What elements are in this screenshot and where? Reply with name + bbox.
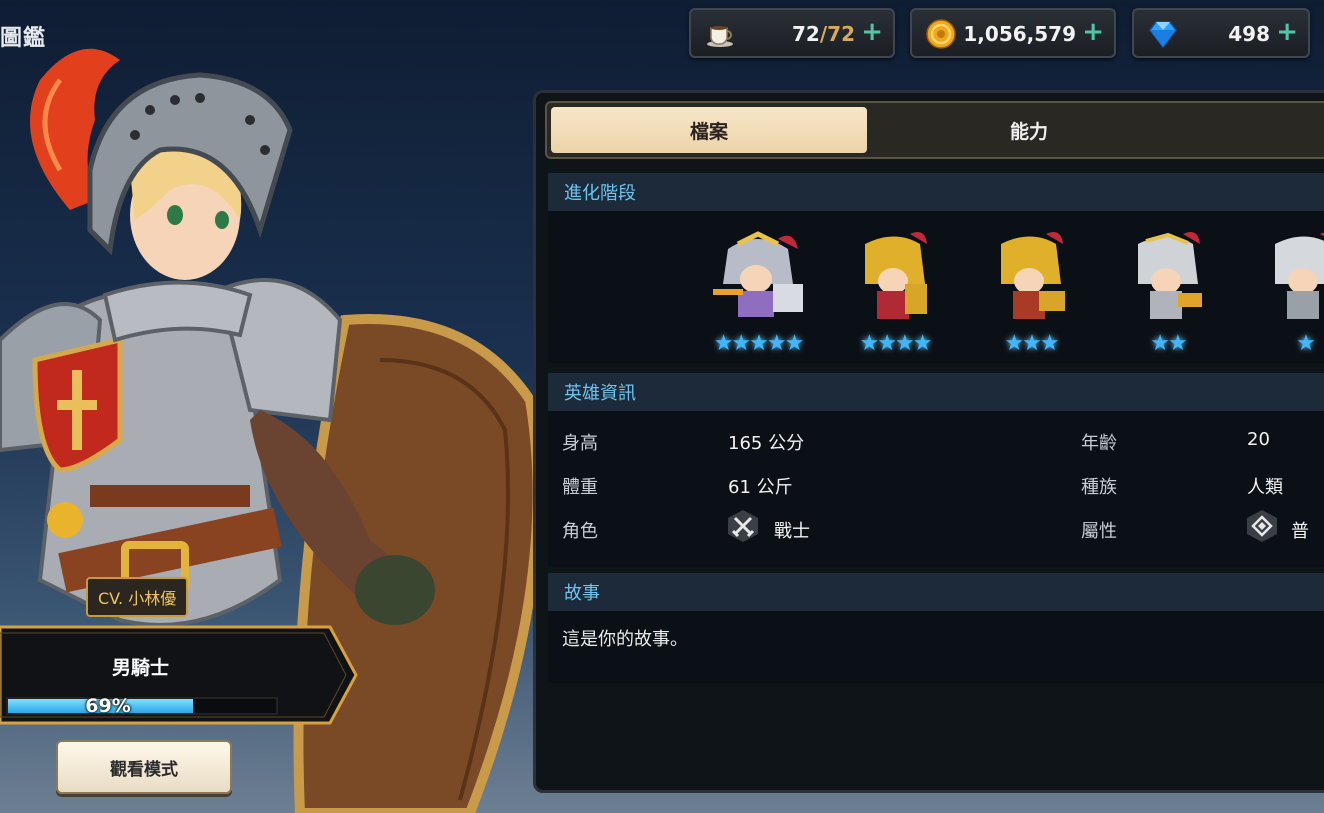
- tab-profile[interactable]: 檔案: [551, 107, 867, 153]
- height-value: 165 公分: [728, 433, 805, 454]
- story-header: 故事: [548, 573, 1324, 611]
- gold-value: 1,056,579: [963, 22, 1076, 46]
- race-value: 人類: [1247, 477, 1283, 498]
- evolution-header: 進化階段: [548, 173, 1324, 211]
- stage-3-stars: ★★★: [1004, 331, 1059, 356]
- hero-info-header: 英雄資訊: [548, 373, 1324, 411]
- crossed-swords-icon: [728, 510, 758, 542]
- gem-value: 498: [1228, 22, 1270, 46]
- sprite-stage-4: [865, 231, 927, 319]
- gem-counter: 498 +: [1132, 8, 1310, 58]
- evolution-stage-1[interactable]: ★: [1250, 229, 1324, 369]
- progress-percent: 69%: [85, 695, 131, 717]
- tab-bar: 檔案 能力: [545, 101, 1324, 159]
- hero-detail-panel: 檔案 能力 進化階段 ★★★★★ ★★★★ ★★★ ★★ ★ 英雄資訊 身高 1…: [533, 90, 1324, 793]
- hero-name-plate: 男騎士 69%: [0, 625, 360, 725]
- evolution-stage-4[interactable]: ★★★★: [840, 229, 950, 369]
- add-gold-button[interactable]: +: [1082, 19, 1104, 45]
- stage-5-stars: ★★★★★: [713, 331, 805, 356]
- evolution-stage-2[interactable]: ★★: [1113, 229, 1223, 369]
- sprite-stage-5: [713, 231, 803, 317]
- coffee-cup-icon: [707, 26, 733, 47]
- story-text: 這是你的故事。: [562, 629, 688, 650]
- element-value: 普: [1291, 521, 1309, 542]
- stamina-counter: 72/72 +: [689, 8, 895, 58]
- sprite-stage-1: [1275, 232, 1324, 319]
- sprite-stage-2: [1138, 231, 1202, 319]
- weight-label: 體重: [562, 477, 598, 498]
- stage-1-stars: ★: [1296, 331, 1316, 356]
- evolution-stages: ★★★★★ ★★★★ ★★★ ★★ ★: [548, 211, 1324, 363]
- hero-info-body: [548, 411, 1324, 567]
- blue-gem-icon: [1149, 21, 1177, 49]
- role-value: 戰士: [774, 521, 810, 542]
- height-label: 身高: [562, 433, 598, 454]
- evolution-stage-5[interactable]: ★★★★★: [703, 229, 813, 369]
- voice-actor-tag: CV. 小林優: [86, 577, 189, 617]
- stage-2-stars: ★★: [1150, 331, 1187, 356]
- add-stamina-button[interactable]: +: [861, 19, 883, 45]
- race-label: 種族: [1081, 477, 1117, 498]
- evolution-stage-3[interactable]: ★★★: [976, 229, 1086, 369]
- stage-4-stars: ★★★★: [859, 331, 933, 356]
- add-gem-button[interactable]: +: [1276, 19, 1298, 45]
- element-label: 屬性: [1081, 521, 1117, 542]
- role-label: 角色: [562, 521, 598, 542]
- weight-value: 61 公斤: [728, 477, 793, 498]
- stamina-value: 72/72: [792, 22, 855, 46]
- tab-abilities[interactable]: 能力: [869, 107, 1189, 153]
- gold-counter: 1,056,579 +: [910, 8, 1116, 58]
- collection-progress-bar: 69%: [6, 695, 278, 717]
- gold-coin-icon: [926, 19, 956, 49]
- sprite-stage-3: [1001, 231, 1065, 319]
- view-mode-button[interactable]: 觀看模式: [56, 740, 232, 794]
- age-label: 年齡: [1081, 433, 1117, 454]
- basic-element-icon: [1247, 510, 1277, 542]
- hero-name: 男騎士: [112, 657, 170, 679]
- age-value: 20: [1247, 429, 1270, 450]
